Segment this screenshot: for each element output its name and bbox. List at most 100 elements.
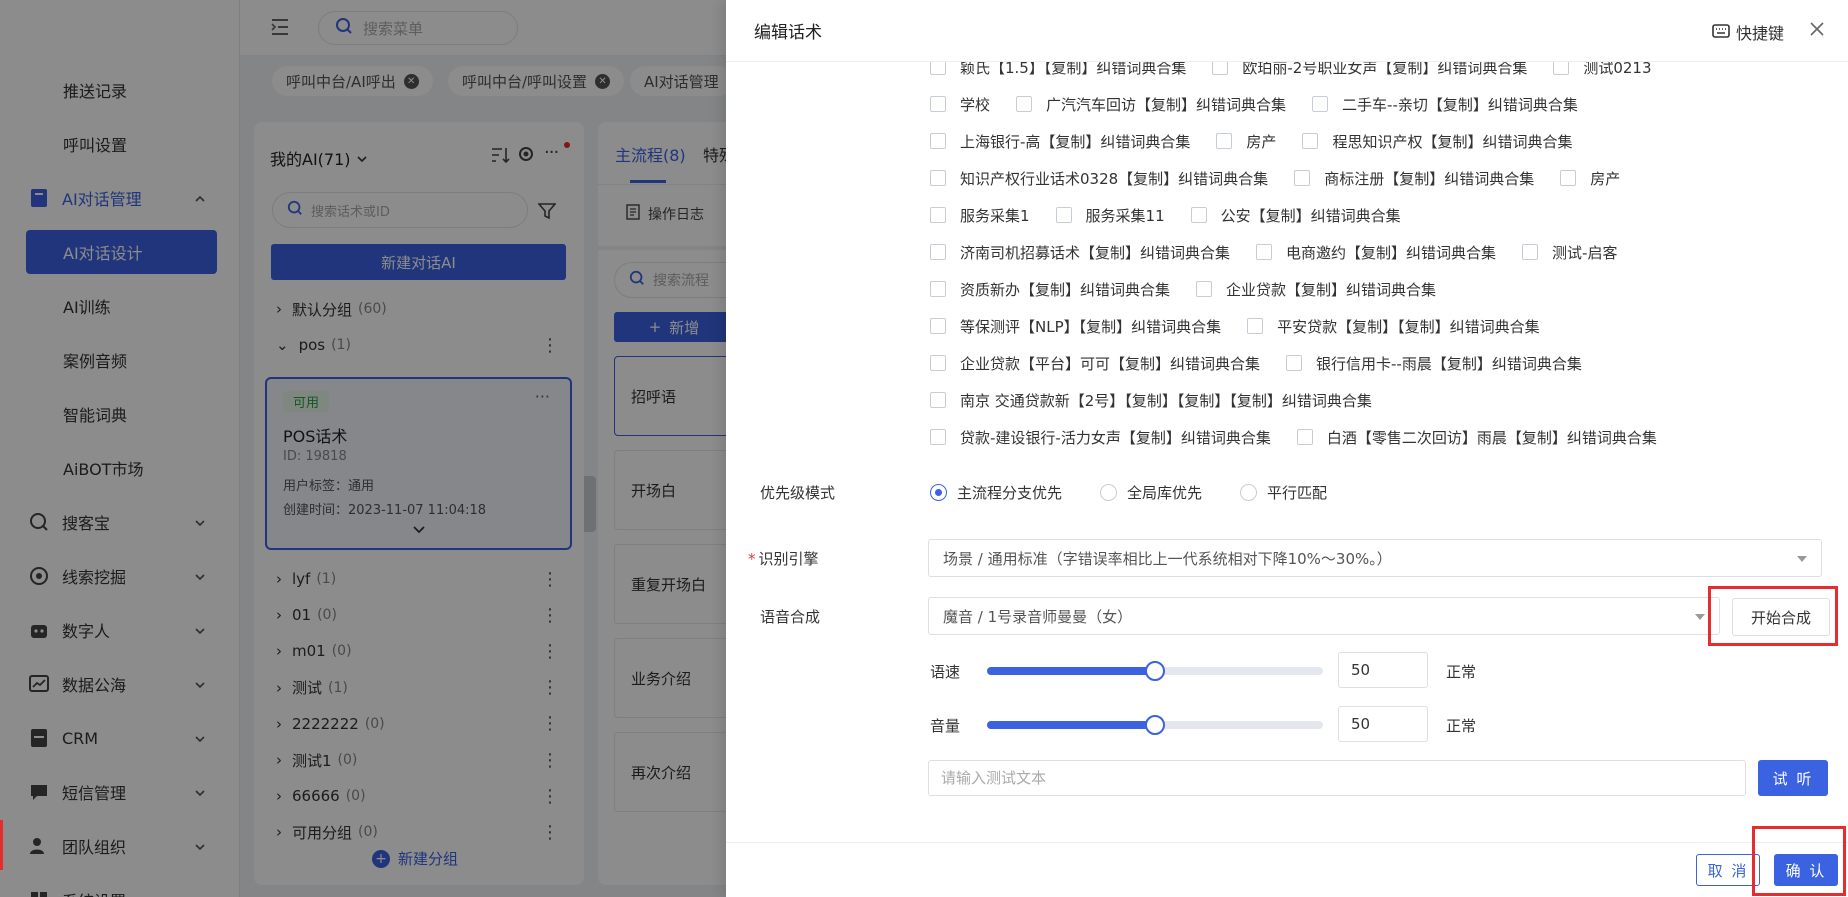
volume-slider-fill	[987, 721, 1155, 729]
checkbox-box[interactable]	[930, 207, 946, 223]
dictionary-row: 企业贷款【平台】可可【复制】纠错词典合集 银行信用卡--雨晨【复制】纠错词典合集	[930, 353, 1608, 373]
caret-down-icon	[1797, 556, 1807, 562]
tts-voice-select[interactable]: 魔音 / 1号录音师曼曼（女）	[928, 597, 1720, 635]
checkbox-box[interactable]	[1296, 429, 1313, 445]
listen-button[interactable]: 试 听	[1758, 760, 1828, 796]
dictionary-checkbox[interactable]: 白酒【零售二次回访】雨晨【复制】纠错词典合集	[1296, 427, 1657, 448]
checkbox-box[interactable]	[1312, 96, 1329, 112]
dictionary-checkbox[interactable]: 服务采集11	[1055, 205, 1165, 226]
radio-main-branch-first[interactable]: 主流程分支优先	[930, 482, 1062, 503]
checkbox-box[interactable]	[1216, 133, 1233, 149]
checkbox-box[interactable]	[930, 392, 946, 408]
checkbox-box[interactable]	[930, 244, 946, 260]
close-button[interactable]	[1806, 20, 1828, 42]
dictionary-checkbox-label: 程思知识产权【复制】纠错词典合集	[1332, 132, 1573, 151]
dictionary-checkbox[interactable]: 房产	[1216, 131, 1276, 152]
dictionary-checkbox[interactable]: 南京 交通贷款新【2号】【复制】【复制】【复制】纠错词典合集	[930, 390, 1372, 411]
dictionary-checkbox[interactable]: 银行信用卡--雨晨【复制】纠错词典合集	[1286, 353, 1582, 374]
dictionary-checkbox-list: 颖氏【1.5】【复制】纠错词典合集 欧珀丽-2号职业女声【复制】纠错词典合集 测试0…	[726, 62, 1848, 452]
dictionary-checkbox[interactable]: 服务采集1	[930, 205, 1030, 226]
recognition-engine-select[interactable]: 场景 / 通用标准（字错误率相比上一代系统相对下降10%～30%。）	[928, 539, 1822, 577]
modal-overlay[interactable]	[0, 0, 726, 897]
dictionary-checkbox[interactable]: 平安贷款【复制】【复制】纠错词典合集	[1247, 316, 1540, 337]
speed-slider-thumb[interactable]	[1145, 661, 1165, 681]
dictionary-checkbox-label: 知识产权行业话术0328【复制】纠错词典合集	[960, 169, 1269, 188]
dictionary-checkbox-label: 商标注册【复制】纠错词典合集	[1324, 169, 1535, 188]
speed-slider[interactable]	[987, 661, 1323, 681]
test-text-input[interactable]	[928, 760, 1746, 796]
checkbox-box[interactable]	[930, 318, 946, 334]
dictionary-checkbox-label: 测试0213	[1583, 62, 1652, 77]
dictionary-checkbox[interactable]: 学校	[930, 94, 990, 115]
speed-label: 语速	[930, 663, 961, 681]
dictionary-checkbox[interactable]: 程思知识产权【复制】纠错词典合集	[1302, 131, 1572, 152]
checkbox-box[interactable]	[1256, 244, 1273, 260]
dictionary-checkbox[interactable]: 企业贷款【复制】纠错词典合集	[1196, 279, 1436, 300]
dictionary-checkbox[interactable]: 二手车--亲切【复制】纠错词典合集	[1312, 94, 1578, 115]
checkbox-box[interactable]	[1016, 96, 1033, 112]
dictionary-checkbox[interactable]: 知识产权行业话术0328【复制】纠错词典合集	[930, 168, 1268, 189]
dictionary-checkbox[interactable]: 公安【复制】纠错词典合集	[1190, 205, 1401, 226]
dictionary-checkbox-label: 欧珀丽-2号职业女声【复制】纠错词典合集	[1242, 62, 1528, 77]
checkbox-box[interactable]	[930, 355, 946, 371]
dictionary-checkbox-label: 等保测评【NLP】【复制】纠错词典合集	[960, 317, 1222, 336]
dictionary-checkbox-label: 贷款-建设银行-活力女声【复制】纠错词典合集	[960, 428, 1271, 447]
dictionary-checkbox[interactable]: 济南司机招募话术【复制】纠错词典合集	[930, 242, 1230, 263]
radio-global-first[interactable]: 全局库优先	[1100, 482, 1202, 503]
dictionary-checkbox[interactable]: 房产	[1560, 168, 1620, 189]
radio-parallel-match[interactable]: 平行匹配	[1240, 482, 1327, 503]
speed-desc: 正常	[1446, 663, 1477, 681]
edit-script-drawer: 编辑话术 快捷键 颖氏【1.5】【复制】纠错词典合集 欧珀丽-2号职业女声【复制】…	[726, 0, 1848, 897]
dictionary-checkbox[interactable]: 商标注册【复制】纠错词典合集	[1294, 168, 1534, 189]
dictionary-checkbox-label: 广汽汽车回访【复制】纠错词典合集	[1046, 95, 1287, 114]
checkbox-box[interactable]	[1560, 170, 1577, 186]
dictionary-row: 等保测评【NLP】【复制】纠错词典合集 平安贷款【复制】【复制】纠错词典合集	[930, 316, 1566, 336]
dictionary-checkbox[interactable]: 欧珀丽-2号职业女声【复制】纠错词典合集	[1212, 62, 1527, 78]
dictionary-checkbox-label: 服务采集11	[1085, 206, 1165, 225]
volume-slider-thumb[interactable]	[1145, 715, 1165, 735]
checkbox-box[interactable]	[1302, 133, 1319, 149]
dictionary-checkbox[interactable]: 贷款-建设银行-活力女声【复制】纠错词典合集	[930, 427, 1271, 448]
checkbox-box[interactable]	[1286, 355, 1303, 371]
checkbox-box[interactable]	[1522, 244, 1539, 260]
dictionary-checkbox[interactable]: 等保测评【NLP】【复制】纠错词典合集	[930, 316, 1221, 337]
dictionary-checkbox-label: 企业贷款【平台】可可【复制】纠错词典合集	[960, 354, 1261, 373]
dictionary-checkbox[interactable]: 上海银行-高【复制】纠错词典合集	[930, 131, 1190, 152]
dictionary-checkbox-label: 学校	[960, 95, 991, 114]
checkbox-box[interactable]	[1553, 62, 1570, 75]
dictionary-checkbox[interactable]: 资质新办【复制】纠错词典合集	[930, 279, 1170, 300]
checkbox-box[interactable]	[1294, 170, 1311, 186]
volume-slider[interactable]	[987, 715, 1323, 735]
checkbox-box[interactable]	[930, 281, 946, 297]
dictionary-checkbox[interactable]: 广汽汽车回访【复制】纠错词典合集	[1016, 94, 1286, 115]
cancel-button[interactable]: 取 消	[1696, 854, 1760, 886]
speed-value-input[interactable]: 50	[1338, 652, 1428, 688]
radio-dot	[930, 484, 947, 501]
shortcut-button[interactable]: 快捷键	[1712, 20, 1784, 44]
dictionary-checkbox[interactable]: 企业贷款【平台】可可【复制】纠错词典合集	[930, 353, 1260, 374]
highlight-box-synthesis	[1708, 586, 1838, 646]
drawer-footer	[726, 842, 1848, 897]
checkbox-box[interactable]	[1196, 281, 1213, 297]
dictionary-checkbox[interactable]: 颖氏【1.5】【复制】纠错词典合集	[930, 62, 1186, 78]
checkbox-box[interactable]	[1247, 318, 1264, 334]
dictionary-checkbox[interactable]: 电商邀约【复制】纠错词典合集	[1256, 242, 1496, 263]
checkbox-box[interactable]	[1212, 62, 1229, 75]
dictionary-checkbox-label: 测试-启客	[1552, 243, 1618, 262]
dictionary-checkbox-label: 济南司机招募话术【复制】纠错词典合集	[960, 243, 1231, 262]
volume-value-input[interactable]: 50	[1338, 706, 1428, 742]
checkbox-box[interactable]	[930, 429, 946, 445]
dictionary-checkbox-label: 南京 交通贷款新【2号】【复制】【复制】【复制】纠错词典合集	[960, 391, 1372, 410]
dictionary-row: 知识产权行业话术0328【复制】纠错词典合集 商标注册【复制】纠错词典合集 房产	[930, 168, 1646, 188]
checkbox-box[interactable]	[1055, 207, 1072, 223]
checkbox-box[interactable]	[1190, 207, 1207, 223]
drawer-title: 编辑话术	[754, 23, 822, 43]
checkbox-box[interactable]	[930, 170, 946, 186]
dictionary-row: 上海银行-高【复制】纠错词典合集 房产 程思知识产权【复制】纠错词典合集	[930, 131, 1598, 151]
checkbox-box[interactable]	[930, 62, 946, 75]
dictionary-checkbox[interactable]: 测试0213	[1553, 62, 1652, 78]
checkbox-box[interactable]	[930, 96, 946, 112]
dictionary-checkbox-label: 房产	[1590, 169, 1621, 188]
checkbox-box[interactable]	[930, 133, 946, 149]
dictionary-checkbox[interactable]: 测试-启客	[1522, 242, 1617, 263]
